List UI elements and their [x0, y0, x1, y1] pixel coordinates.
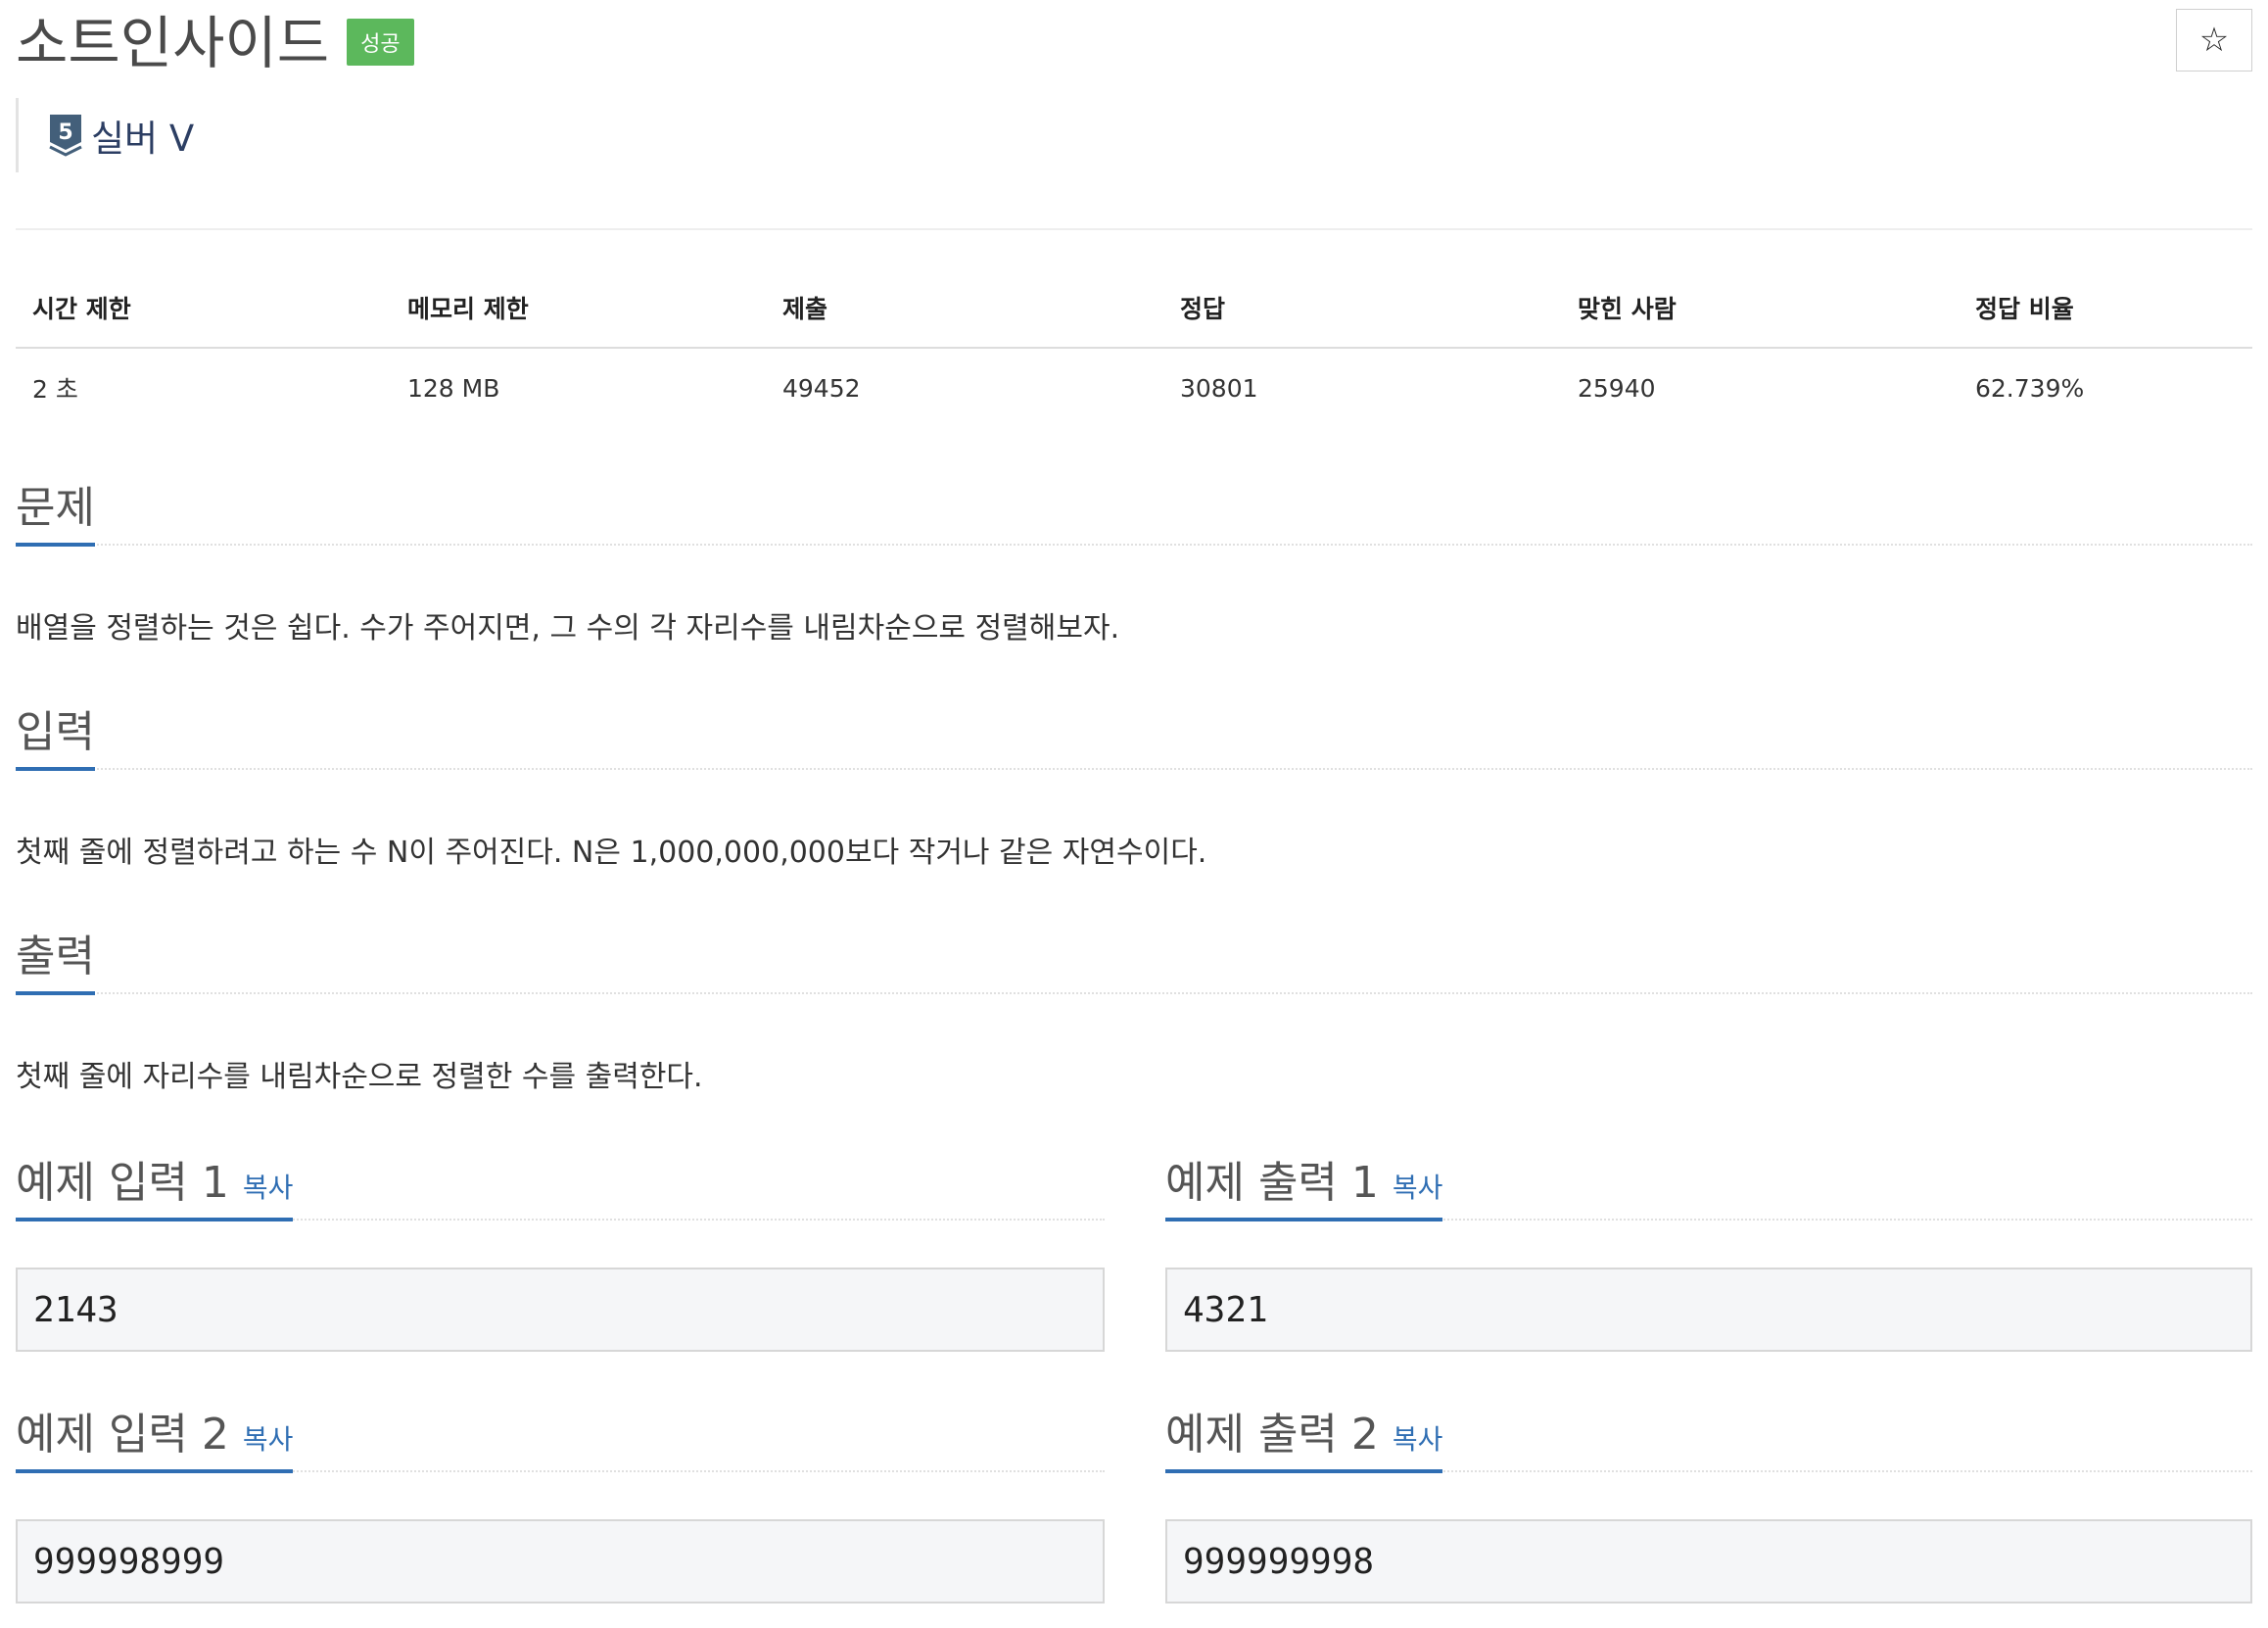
header-divider	[16, 228, 2252, 230]
stats-time-limit: 2 초	[32, 375, 78, 404]
status-badge: 성공	[347, 18, 414, 66]
tier-indicator[interactable]: 5 실버 V	[16, 98, 194, 172]
problem-description: 배열을 정렬하는 것은 쉽다. 수가 주어지면, 그 수의 각 자리수를 내림차…	[16, 611, 1120, 646]
sample-output-1-box[interactable]: 4321	[1165, 1268, 2252, 1352]
star-icon: ☆	[2198, 22, 2230, 59]
copy-sample-output-2-button[interactable]: 복사	[1393, 1423, 1443, 1456]
sample-input-1-box[interactable]: 2143	[16, 1268, 1105, 1352]
stats-value-row: 2 초 128 MB 49452 30801 25940 62.739%	[16, 348, 2252, 425]
sample-output-1-title: 예제 출력 1	[1165, 1158, 1379, 1208]
sample-output-2-heading: 예제 출력 2 복사	[1165, 1388, 2252, 1473]
tier-level: 5	[58, 120, 72, 145]
stats-submissions: 49452	[782, 373, 861, 403]
stats-header-time-limit: 시간 제한	[16, 270, 391, 349]
copy-sample-input-1-button[interactable]: 복사	[243, 1172, 294, 1204]
stats-header-accepted: 정답	[1163, 270, 1561, 349]
stats-ratio: 62.739%	[1975, 373, 2085, 403]
sample-input-1-title: 예제 입력 1	[16, 1158, 229, 1208]
stats-accepted: 30801	[1180, 373, 1258, 403]
output-heading: 출력	[16, 910, 2252, 995]
input-heading: 입력	[16, 686, 2252, 771]
copy-sample-output-1-button[interactable]: 복사	[1393, 1172, 1443, 1204]
sample-output-1-heading: 예제 출력 1 복사	[1165, 1136, 2252, 1221]
input-description: 첫째 줄에 정렬하려고 하는 수 N이 주어진다. N은 1,000,000,0…	[16, 836, 1207, 870]
sample-input-2-heading: 예제 입력 2 복사	[16, 1388, 1105, 1473]
copy-sample-input-2-button[interactable]: 복사	[243, 1423, 294, 1456]
output-description: 첫째 줄에 자리수를 내림차순으로 정렬한 수를 출력한다.	[16, 1060, 703, 1094]
sample-output-2-title: 예제 출력 2	[1165, 1410, 1379, 1460]
sample-input-2-box[interactable]: 999998999	[16, 1519, 1105, 1604]
star-button[interactable]: ☆	[2176, 9, 2252, 72]
stats-memory-limit: 128 MB	[407, 373, 500, 403]
title-row: 소트인사이드 성공	[16, 8, 414, 79]
problem-heading-text: 문제	[16, 483, 95, 533]
tier-badge-icon: 5	[49, 115, 82, 157]
stats-table: 시간 제한 메모리 제한 제출 정답 맞힌 사람 정답 비율 2 초 128 M…	[16, 270, 2252, 425]
stats-header-solvers: 맞힌 사람	[1561, 270, 1959, 349]
sample-input-2-title: 예제 입력 2	[16, 1410, 229, 1460]
stats-header-ratio: 정답 비율	[1959, 270, 2252, 349]
output-heading-text: 출력	[16, 932, 95, 982]
sample-input-1-heading: 예제 입력 1 복사	[16, 1136, 1105, 1221]
page-title: 소트인사이드	[16, 10, 330, 76]
sample-output-2-box[interactable]: 999999998	[1165, 1519, 2252, 1604]
problem-page: 소트인사이드 성공 ☆ 5 실버 V 시간 제한 메모리 제한 제출 정답 맞힌…	[0, 0, 2268, 1628]
stats-header-submissions: 제출	[766, 270, 1163, 349]
input-heading-text: 입력	[16, 707, 95, 757]
stats-header-memory-limit: 메모리 제한	[391, 270, 766, 349]
stats-header-row: 시간 제한 메모리 제한 제출 정답 맞힌 사람 정답 비율	[16, 270, 2252, 349]
tier-label: 실버 V	[91, 118, 195, 160]
stats-solvers: 25940	[1578, 373, 1656, 403]
problem-heading: 문제	[16, 461, 2252, 547]
